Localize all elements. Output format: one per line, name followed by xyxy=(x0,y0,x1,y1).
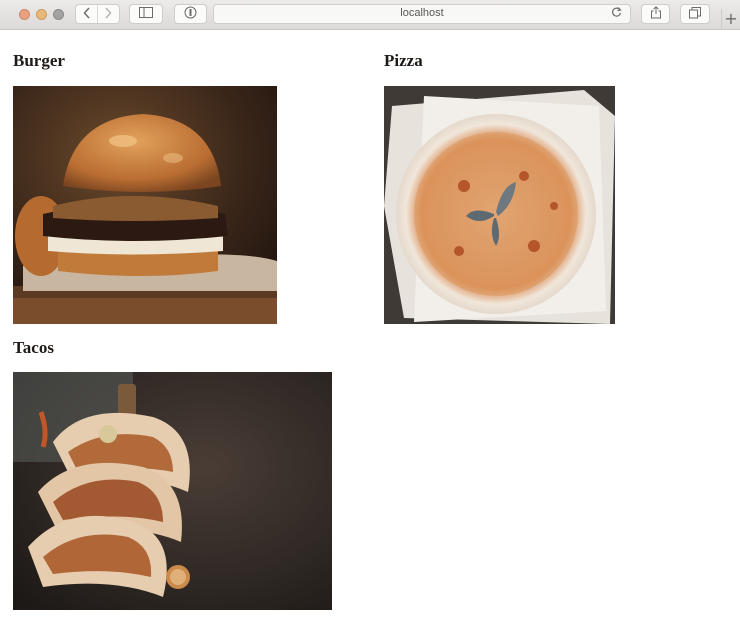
forward-button[interactable] xyxy=(98,5,119,23)
reload-icon[interactable] xyxy=(611,6,622,21)
food-card-tacos: Tacos xyxy=(13,338,54,358)
chevron-right-icon xyxy=(104,7,112,22)
show-tabs-button[interactable] xyxy=(680,4,710,24)
address-bar[interactable]: localhost xyxy=(213,4,631,24)
new-tab-button[interactable]: + xyxy=(721,9,740,30)
share-icon xyxy=(650,6,662,22)
food-card-burger: Burger xyxy=(13,51,65,71)
navigation-buttons xyxy=(75,4,120,24)
food-title: Burger xyxy=(13,51,65,70)
chevron-left-icon xyxy=(83,7,91,22)
food-title: Tacos xyxy=(13,338,54,357)
food-card-pizza: Pizza xyxy=(384,51,423,71)
minimize-window-button[interactable] xyxy=(36,9,47,20)
tabs-icon xyxy=(689,6,701,22)
reader-button[interactable] xyxy=(174,4,207,24)
close-window-button[interactable] xyxy=(19,9,30,20)
tacos-image xyxy=(13,372,332,610)
sidebar-button[interactable] xyxy=(129,4,163,24)
sidebar-icon xyxy=(139,7,153,21)
url-text: localhost xyxy=(400,7,444,19)
browser-toolbar: localhost + xyxy=(0,0,740,30)
back-button[interactable] xyxy=(76,5,97,23)
fullscreen-window-button[interactable] xyxy=(53,9,64,20)
food-title: Pizza xyxy=(384,51,423,70)
burger-image xyxy=(13,86,277,324)
plus-icon: + xyxy=(724,9,738,28)
reader-icon xyxy=(184,6,197,22)
pizza-image xyxy=(384,86,615,324)
share-button[interactable] xyxy=(641,4,670,24)
